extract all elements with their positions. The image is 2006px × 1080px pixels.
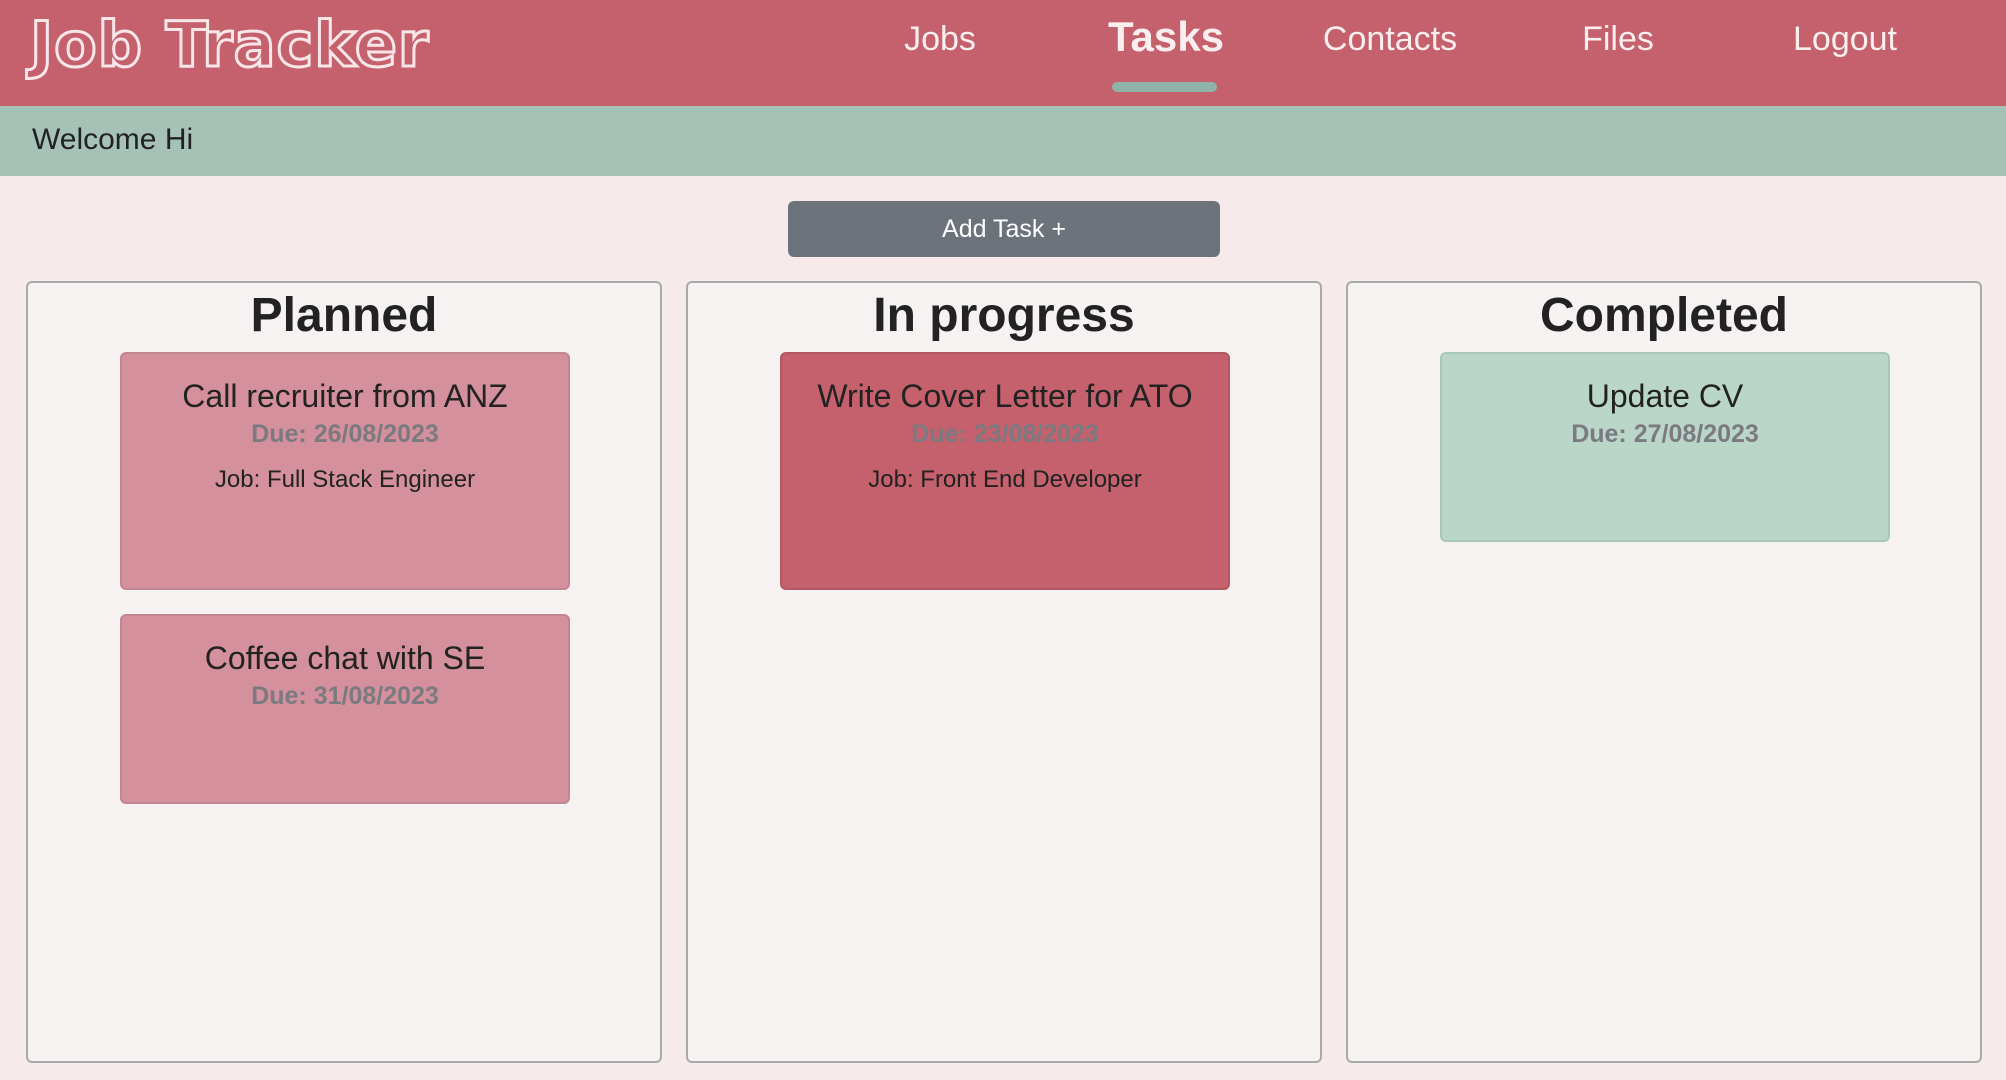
task-title: Coffee chat with SE bbox=[204, 640, 486, 676]
task-card[interactable]: Update CV Due: 27/08/2023 bbox=[1440, 352, 1890, 542]
task-title: Update CV bbox=[1586, 378, 1744, 414]
task-due-date: Due: 23/08/2023 bbox=[911, 420, 1099, 448]
add-task-button[interactable]: Add Task + bbox=[788, 201, 1220, 257]
welcome-bar: Welcome Hi bbox=[0, 106, 2006, 176]
column-completed: Completed Update CV Due: 27/08/2023 bbox=[1346, 281, 1982, 1063]
nav-tasks[interactable]: Tasks bbox=[1108, 12, 1224, 64]
task-due-date: Due: 31/08/2023 bbox=[251, 682, 439, 710]
task-card[interactable]: Write Cover Letter for ATO Due: 23/08/20… bbox=[780, 352, 1230, 590]
column-planned: Planned Call recruiter from ANZ Due: 26/… bbox=[26, 281, 662, 1063]
top-navbar: Job Tracker Jobs Tasks Contacts Files Lo… bbox=[0, 0, 2006, 106]
welcome-message: Welcome Hi bbox=[32, 123, 194, 156]
task-card[interactable]: Call recruiter from ANZ Due: 26/08/2023 … bbox=[120, 352, 570, 590]
column-title: Planned bbox=[250, 289, 438, 342]
nav-jobs[interactable]: Jobs bbox=[900, 14, 980, 66]
column-title: Completed bbox=[1539, 289, 1788, 342]
nav-contacts[interactable]: Contacts bbox=[1322, 14, 1458, 66]
task-job: Job: Front End Developer bbox=[868, 466, 1142, 493]
task-card[interactable]: Coffee chat with SE Due: 31/08/2023 bbox=[120, 614, 570, 804]
nav-files[interactable]: Files bbox=[1580, 14, 1656, 66]
task-title: Call recruiter from ANZ bbox=[182, 378, 508, 414]
nav-logout[interactable]: Logout bbox=[1790, 14, 1900, 66]
task-due-date: Due: 26/08/2023 bbox=[251, 420, 439, 448]
column-title: In progress bbox=[873, 289, 1135, 342]
active-tab-indicator bbox=[1112, 82, 1217, 92]
task-job: Job: Full Stack Engineer bbox=[214, 466, 476, 493]
task-title: Write Cover Letter for ATO bbox=[817, 378, 1193, 414]
column-in-progress: In progress Write Cover Letter for ATO D… bbox=[686, 281, 1322, 1063]
brand-logo[interactable]: Job Tracker bbox=[28, 6, 429, 84]
task-due-date: Due: 27/08/2023 bbox=[1571, 420, 1759, 448]
